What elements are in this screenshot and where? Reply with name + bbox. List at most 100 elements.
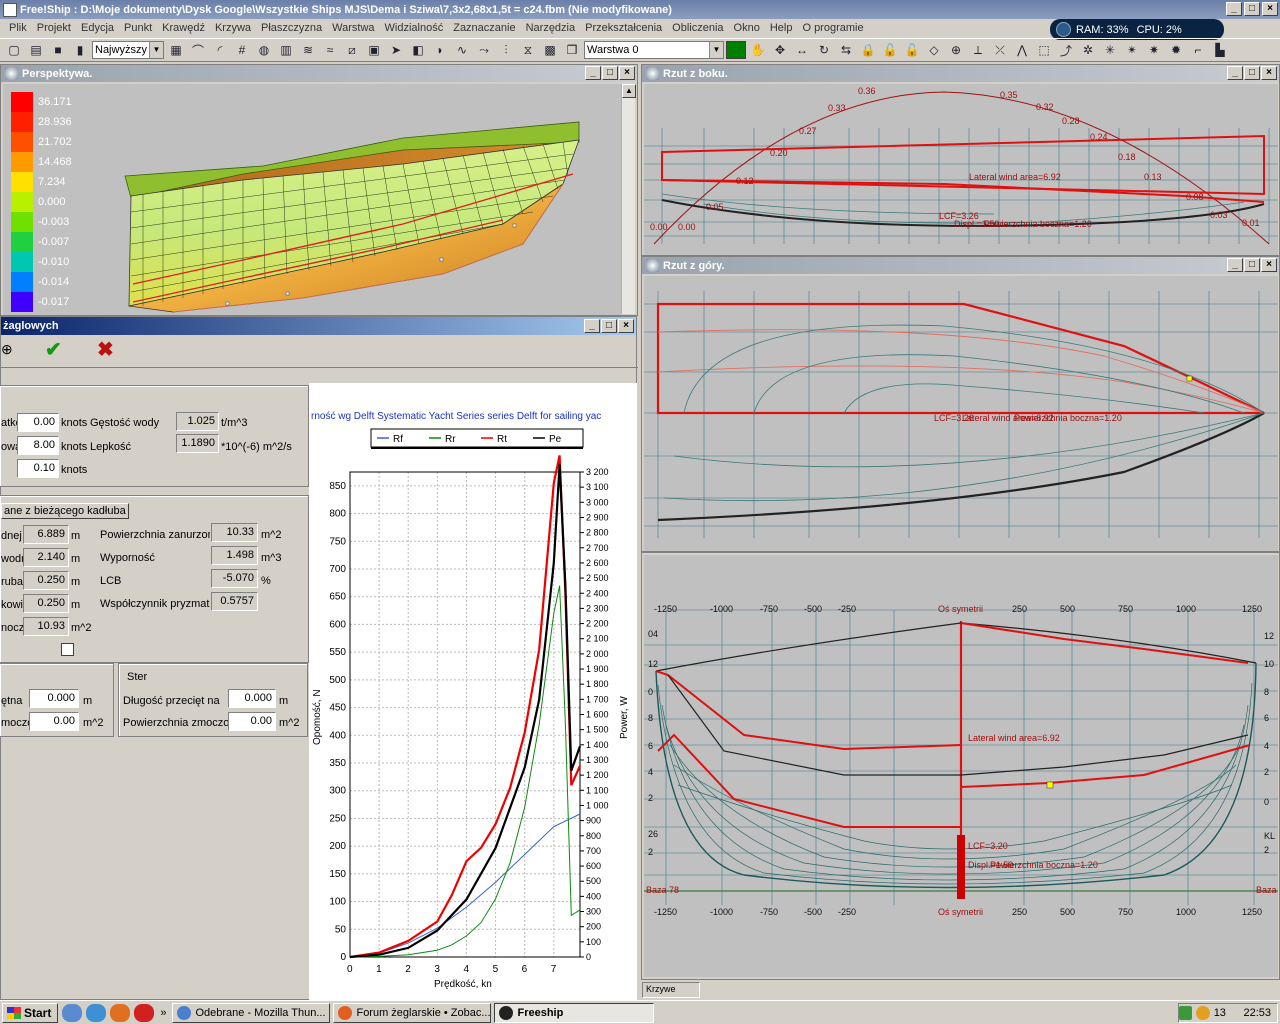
side-view-caption[interactable]: Rzut z boku. _ □ × <box>642 65 1279 82</box>
control-net-icon[interactable]: ▦ <box>166 40 186 60</box>
menu-item-6[interactable]: Płaszczyzna <box>256 22 327 34</box>
deflection-icon[interactable]: ⤳ <box>474 40 494 60</box>
mirror-icon[interactable]: ⇆ <box>836 40 856 60</box>
keel-area-input[interactable]: 0.00 <box>29 712 79 731</box>
taskbar-task-1[interactable]: Forum żeglarskie • Zobac... <box>333 1002 492 1023</box>
hull-row-value[interactable]: 0.250 <box>23 594 69 613</box>
maximize-button[interactable]: □ <box>1244 66 1260 80</box>
design-hydro-icon[interactable]: ✹ <box>1166 40 1186 60</box>
precision-select[interactable]: Najwyższy ▼ <box>92 41 164 59</box>
side-view-viewport[interactable]: Lateral wind area=6.92 LCF=3.26 Displ.=1… <box>644 84 1278 255</box>
minimize-button[interactable]: _ <box>584 319 600 333</box>
face-delete-icon[interactable]: ✴ <box>1122 40 1142 60</box>
menu-item-13[interactable]: Okno <box>729 22 765 34</box>
hull-param-value[interactable]: -5.070 <box>211 569 258 588</box>
menu-item-9[interactable]: Zaznaczanie <box>448 22 520 34</box>
quicklaunch-expand-icon[interactable]: » <box>160 1007 166 1019</box>
curve-icon[interactable]: ∿ <box>452 40 472 60</box>
minimize-button[interactable]: _ <box>1227 258 1243 272</box>
keel-length-input[interactable]: 0.000 <box>29 689 79 708</box>
curve-add-icon[interactable]: ⤴ <box>1056 40 1076 60</box>
render-icon[interactable]: ⫶ <box>496 40 516 60</box>
taskbar-task-2[interactable]: Freeship <box>494 1002 655 1023</box>
move-icon[interactable]: ✥ <box>770 40 790 60</box>
minimize-button[interactable]: _ <box>585 66 601 80</box>
menu-item-7[interactable]: Warstwa <box>327 22 379 34</box>
face-add-icon[interactable]: ✳ <box>1100 40 1120 60</box>
close-button[interactable]: × <box>1261 258 1277 272</box>
speed-start-input[interactable]: 0.00 <box>17 413 59 432</box>
cancel-x-icon[interactable]: ✖ <box>97 337 114 362</box>
plan-view-viewport[interactable]: LCF=3.26 Lateral wind area=6.92 Powierzc… <box>644 276 1278 551</box>
menu-item-5[interactable]: Krzywa <box>210 22 256 34</box>
menu-item-10[interactable]: Narzędzia <box>521 22 581 34</box>
buttocks-icon[interactable]: ≋ <box>298 40 318 60</box>
close-button[interactable]: × <box>1261 66 1277 80</box>
minimize-button[interactable]: _ <box>1227 66 1243 80</box>
import-icon[interactable]: ▮ <box>70 40 90 60</box>
hull-param-value[interactable]: 1.498 <box>211 546 258 565</box>
sphere-icon[interactable]: ◍ <box>254 40 274 60</box>
hull-param-value[interactable]: 0.5757 <box>211 592 258 611</box>
rudder-length-input[interactable]: 0.000 <box>228 689 276 708</box>
lock-icon[interactable]: 🔒 <box>858 40 878 60</box>
tray-update-icon[interactable] <box>1196 1006 1210 1020</box>
menu-item-8[interactable]: Widzialność <box>380 22 449 34</box>
close-button[interactable]: × <box>619 66 635 80</box>
save-icon[interactable]: ■ <box>48 40 68 60</box>
maximize-button[interactable]: □ <box>602 66 618 80</box>
intersection-icon[interactable]: ⌐ <box>1188 40 1208 60</box>
new-file-icon[interactable]: ▢ <box>4 40 24 60</box>
layer-props-icon[interactable]: ✋ <box>748 40 768 60</box>
edge-collapse-icon[interactable]: ⤫ <box>990 40 1010 60</box>
unlock-icon[interactable]: 🔓 <box>880 40 900 60</box>
diagonals-icon[interactable]: ⧄ <box>342 40 362 60</box>
menu-item-14[interactable]: Help <box>765 22 798 34</box>
menu-item-1[interactable]: Projekt <box>32 22 76 34</box>
flowlines-icon[interactable]: ➤ <box>386 40 406 60</box>
menu-item-3[interactable]: Punkt <box>119 22 157 34</box>
interior-edges-icon[interactable]: ⌒ <box>188 40 208 60</box>
maximize-button[interactable]: □ <box>1244 258 1260 272</box>
side-view-window[interactable]: Rzut z boku. _ □ × Lateral wind area=6.9… <box>641 64 1280 256</box>
markers-icon[interactable]: ▣ <box>364 40 384 60</box>
plug-icon[interactable]: ▙ <box>1210 40 1230 60</box>
rudder-area-input[interactable]: 0.00 <box>228 712 276 731</box>
minimize-button[interactable]: _ <box>1226 2 1242 16</box>
edge-split-icon[interactable]: ⟂ <box>968 40 988 60</box>
rotate-icon[interactable]: ↻ <box>814 40 834 60</box>
ie-icon[interactable] <box>86 1003 107 1022</box>
from-current-hull-button[interactable]: ane z bieżącego kadłuba <box>1 503 129 519</box>
grid-icon[interactable]: # <box>232 40 252 60</box>
chevron-down-icon[interactable]: ▼ <box>149 42 163 58</box>
hydrostatics-icon[interactable]: ◧ <box>408 40 428 60</box>
close-button[interactable]: × <box>1262 2 1278 16</box>
crease-icon[interactable]: ⋀ <box>1012 40 1032 60</box>
body-plan-viewport[interactable]: -1250 -1000 -750 -500 -250 250 500 750 1000 1250 … <box>644 555 1278 977</box>
cubes-icon[interactable]: ❒ <box>562 40 582 60</box>
color-map-icon[interactable]: ▩ <box>540 40 560 60</box>
star-icon[interactable]: ✲ <box>1078 40 1098 60</box>
curvature-icon[interactable]: ◜ <box>210 40 230 60</box>
perspective-caption[interactable]: Perspektywa. _ □ × <box>1 65 637 82</box>
scale-icon[interactable]: ↔ <box>792 40 812 60</box>
chevron-down-icon[interactable]: ▼ <box>709 42 723 58</box>
density-field[interactable]: 1.025 <box>176 412 219 431</box>
extrude-icon[interactable]: ⬚ <box>1034 40 1054 60</box>
menu-item-0[interactable]: Plik <box>4 22 32 34</box>
open-folder-icon[interactable]: ▤ <box>26 40 46 60</box>
dialog-caption[interactable]: żaglowych _ □ × <box>1 317 636 335</box>
maximize-button[interactable]: □ <box>1244 2 1260 16</box>
menu-item-4[interactable]: Krawędź <box>157 22 210 34</box>
scroll-up-icon[interactable]: ▲ <box>622 84 636 98</box>
unlock-all-icon[interactable]: 🔓 <box>902 40 922 60</box>
close-button[interactable]: × <box>618 319 634 333</box>
hull-row-value[interactable]: 2.140 <box>23 548 69 567</box>
waterlines-icon[interactable]: ≈ <box>320 40 340 60</box>
hull-checkbox[interactable] <box>61 643 74 656</box>
stations-icon[interactable]: ▥ <box>276 40 296 60</box>
insert-point-icon[interactable]: ⊕ <box>946 40 966 60</box>
maximize-button[interactable]: □ <box>601 319 617 333</box>
layer-color-swatch[interactable] <box>726 41 746 59</box>
shade-icon[interactable]: ◗ <box>430 40 450 60</box>
